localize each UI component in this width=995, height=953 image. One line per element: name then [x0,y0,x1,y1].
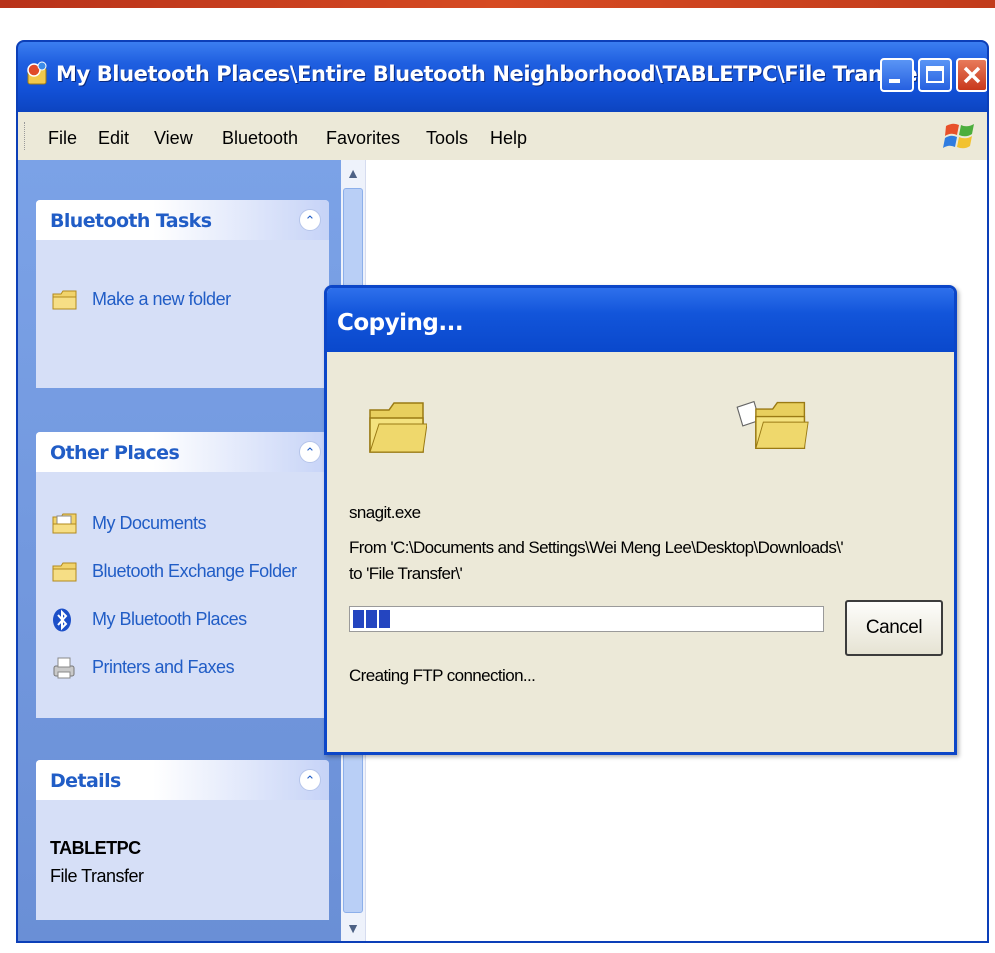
other-places-panel: Other Places ⌃ My Documents Bluetooth Ex… [36,432,329,718]
progress-fill [353,610,390,628]
details-device-name: TABLETPC [50,838,141,858]
folder-icon [52,290,77,310]
place-label: My Bluetooth Places [92,609,247,629]
progress-segment [366,610,377,628]
menu-bar: File Edit View Bluetooth Favorites Tools… [18,112,987,161]
menu-tools[interactable]: Tools [426,128,468,149]
bluetooth-icon [53,608,71,632]
task-pane: Bluetooth Tasks ⌃ Make a new folder Othe… [18,160,341,941]
my-documents-icon [52,513,77,534]
close-button[interactable] [956,58,987,92]
maximize-icon [926,66,944,83]
bluetooth-tasks-panel: Bluetooth Tasks ⌃ Make a new folder [36,200,329,388]
minimize-icon [889,79,900,83]
menu-favorites[interactable]: Favorites [326,128,400,149]
other-places-header[interactable]: Other Places ⌃ [36,432,329,472]
file-name: snagit.exe [349,503,421,522]
scroll-up-icon[interactable]: ▲ [343,162,363,184]
task-label: Make a new folder [92,289,231,309]
copy-progress-bar [349,606,824,632]
source-folder-icon [369,402,427,453]
copy-status-text: Creating FTP connection... [349,666,536,685]
copy-destination-path: to 'File Transfer\' [349,564,463,583]
place-label: Printers and Faxes [92,657,235,677]
menu-edit[interactable]: Edit [98,128,129,149]
bluetooth-tasks-header[interactable]: Bluetooth Tasks ⌃ [36,200,329,240]
maximize-button[interactable] [918,58,952,92]
copy-source-path: From 'C:\Documents and Settings\Wei Meng… [349,538,844,557]
window-title: My Bluetooth Places\Entire Bluetooth Nei… [56,62,928,86]
copying-dialog: Copying... snagit.exe From 'C:\Documents… [324,285,957,755]
other-places-title: Other Places [50,442,180,464]
place-label: Bluetooth Exchange Folder [92,561,297,581]
menu-view[interactable]: View [154,128,193,149]
collapse-chevron-icon[interactable]: ⌃ [299,209,321,231]
printer-icon [53,657,75,679]
details-header[interactable]: Details ⌃ [36,760,329,800]
progress-segment [353,610,364,628]
menu-file[interactable]: File [48,128,77,149]
top-accent-bar [0,0,995,8]
bluetooth-tasks-title: Bluetooth Tasks [50,210,212,232]
menu-grip [24,122,28,150]
menu-help[interactable]: Help [490,128,527,149]
close-icon [963,66,981,84]
collapse-chevron-icon[interactable]: ⌃ [299,769,321,791]
destination-folder-icon [736,400,809,449]
progress-segment [379,610,390,628]
window-titlebar[interactable]: My Bluetooth Places\Entire Bluetooth Nei… [18,42,987,112]
details-device-type: File Transfer [50,866,144,886]
minimize-button[interactable] [880,58,914,92]
menu-bluetooth[interactable]: Bluetooth [222,128,298,149]
details-panel: Details ⌃ TABLETPC File Transfer [36,760,329,920]
dialog-titlebar[interactable]: Copying... [327,288,954,352]
scroll-down-icon[interactable]: ▼ [343,917,363,939]
collapse-chevron-icon[interactable]: ⌃ [299,441,321,463]
bluetooth-places-icon [27,61,47,85]
windows-logo-icon [943,123,974,149]
cancel-button[interactable]: Cancel [845,600,943,656]
details-title: Details [50,770,121,792]
folder-icon [52,562,77,582]
dialog-title: Copying... [337,310,464,336]
place-label: My Documents [92,513,207,533]
